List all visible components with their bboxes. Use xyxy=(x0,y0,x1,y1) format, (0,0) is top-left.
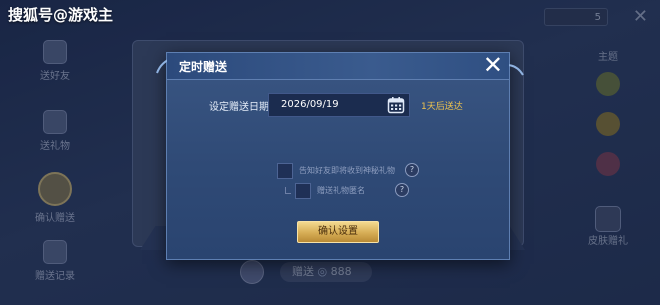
scheduled-gift-dialog: 定时赠送 ✕ 设定赠送日期 2026/09/19 1天后送达 告知好友即将收到神… xyxy=(156,52,524,260)
watermark: 搜狐号@游戏主 xyxy=(8,6,114,24)
dialog-title-bar: 定时赠送 ✕ xyxy=(167,52,509,80)
delivery-note: 1天后送达 xyxy=(421,102,463,112)
date-picker-field[interactable]: 2026/09/19 xyxy=(268,93,410,117)
confirm-settings-button[interactable]: 确认设置 xyxy=(297,221,379,243)
notify-friend-checkbox[interactable] xyxy=(277,163,293,179)
dialog-title: 定时赠送 xyxy=(179,60,228,74)
calendar-icon[interactable] xyxy=(387,96,405,114)
help-icon[interactable]: ? xyxy=(395,183,409,197)
help-icon[interactable]: ? xyxy=(405,163,419,177)
date-row: 设定赠送日期 2026/09/19 1天后送达 xyxy=(167,93,509,117)
anonymous-label: 赠送礼物匿名 xyxy=(317,186,365,195)
anonymous-checkbox[interactable] xyxy=(295,183,311,199)
date-label: 设定赠送日期 xyxy=(209,102,269,113)
indent-marker xyxy=(285,187,291,194)
date-value: 2026/09/19 xyxy=(281,99,339,110)
notify-friend-label: 告知好友即将收到神秘礼物 xyxy=(299,166,395,175)
close-icon[interactable]: ✕ xyxy=(483,52,503,78)
